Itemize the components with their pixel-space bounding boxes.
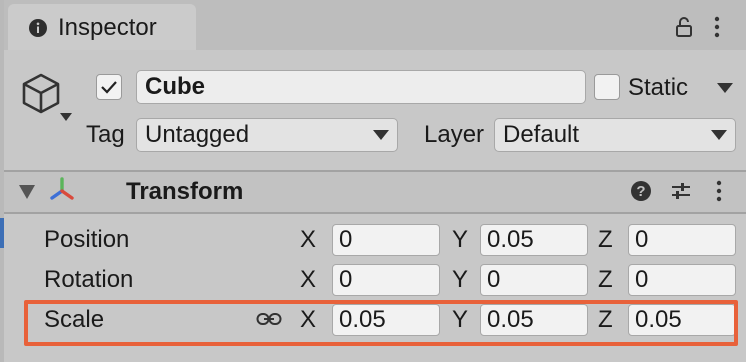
lock-icon[interactable] bbox=[674, 16, 694, 38]
checkmark-icon bbox=[101, 81, 117, 94]
transform-axes-icon bbox=[50, 177, 74, 200]
rotation-y-field[interactable]: 0 bbox=[480, 264, 588, 296]
position-label: Position bbox=[44, 226, 130, 253]
help-icon[interactable]: ? bbox=[630, 180, 652, 202]
component-kebab-icon[interactable] bbox=[712, 180, 726, 202]
chevron-down-icon bbox=[711, 130, 727, 140]
chevron-down-icon bbox=[373, 130, 389, 140]
gameobject-name-field[interactable]: Cube bbox=[136, 70, 586, 104]
rotation-x-field[interactable]: 0 bbox=[332, 264, 440, 296]
divider bbox=[4, 212, 746, 214]
rotation-label: Rotation bbox=[44, 266, 134, 293]
axis-x-label[interactable]: X bbox=[300, 266, 316, 294]
scale-row-highlight bbox=[24, 300, 738, 346]
kebab-menu-icon[interactable] bbox=[710, 16, 724, 38]
axis-y-label[interactable]: Y bbox=[452, 226, 468, 254]
gameobject-cube-icon[interactable] bbox=[18, 70, 64, 116]
tag-value: Untagged bbox=[145, 121, 250, 148]
position-x-field[interactable]: 0 bbox=[332, 224, 440, 256]
static-label: Static bbox=[628, 74, 689, 101]
icon-dropdown-caret-icon[interactable] bbox=[60, 112, 72, 122]
axis-z-label[interactable]: Z bbox=[598, 226, 613, 254]
component-title: Transform bbox=[126, 178, 244, 205]
rotation-z-field[interactable]: 0 bbox=[628, 264, 736, 296]
svg-text:?: ? bbox=[636, 183, 645, 200]
axis-z-label[interactable]: Z bbox=[598, 266, 613, 294]
layer-value: Default bbox=[503, 121, 580, 148]
foldout-arrow-icon[interactable] bbox=[18, 184, 36, 200]
tag-dropdown[interactable]: Untagged bbox=[136, 118, 398, 152]
static-checkbox[interactable] bbox=[594, 74, 620, 100]
axis-y-label[interactable]: Y bbox=[452, 266, 468, 294]
static-dropdown-caret-icon[interactable] bbox=[716, 82, 734, 94]
tab-label: Inspector bbox=[58, 14, 157, 41]
layer-label: Layer bbox=[424, 121, 485, 148]
position-y-field[interactable]: 0.05 bbox=[480, 224, 588, 256]
presets-sliders-icon[interactable] bbox=[670, 180, 692, 202]
tag-label: Tag bbox=[86, 121, 125, 148]
axis-x-label[interactable]: X bbox=[300, 226, 316, 254]
layer-dropdown[interactable]: Default bbox=[494, 118, 736, 152]
position-z-field[interactable]: 0 bbox=[628, 224, 736, 256]
active-checkbox[interactable] bbox=[96, 74, 122, 100]
info-icon bbox=[29, 19, 47, 37]
